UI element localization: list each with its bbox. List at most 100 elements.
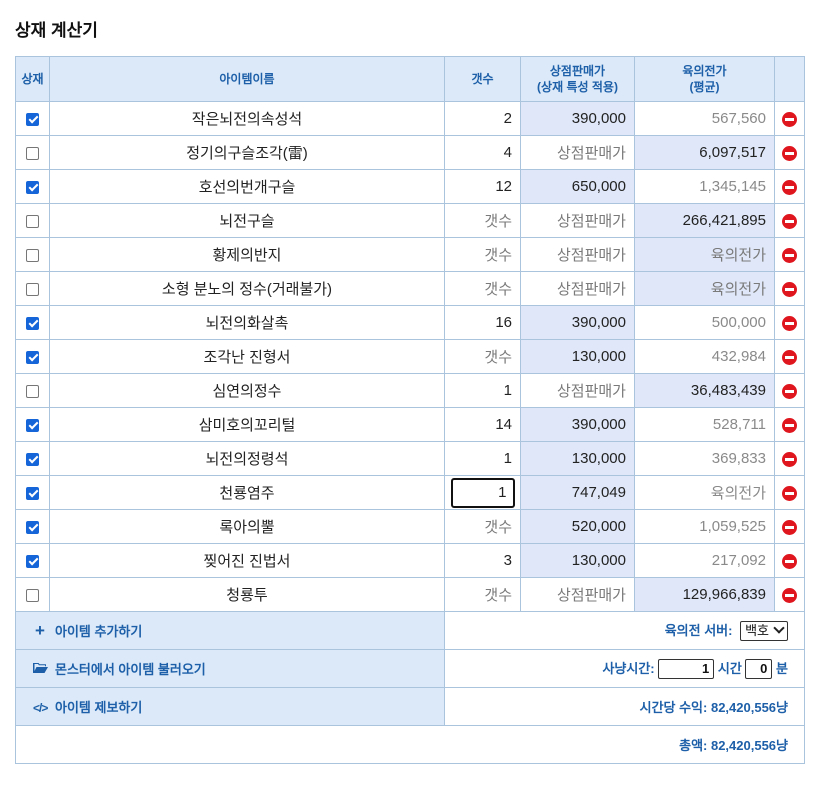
server-select[interactable]: 백호: [740, 621, 788, 642]
include-checkbox[interactable]: [26, 316, 39, 330]
include-checkbox[interactable]: [26, 520, 39, 534]
count-input[interactable]: 갯수: [444, 577, 521, 612]
shop-price-input[interactable]: 390,000: [520, 305, 635, 340]
count-input[interactable]: 14: [444, 407, 521, 442]
shop-price-input[interactable]: 상점판매가: [520, 373, 635, 408]
delete-icon[interactable]: [782, 383, 797, 399]
item-name: 뇌전의정령석: [49, 441, 445, 476]
delete-icon[interactable]: [782, 587, 797, 603]
include-checkbox[interactable]: [26, 588, 39, 602]
shop-price-input[interactable]: 상점판매가: [520, 203, 635, 238]
shop-price-input[interactable]: 390,000: [520, 407, 635, 442]
shop-price-input[interactable]: 130,000: [520, 339, 635, 374]
count-input[interactable]: 1: [450, 477, 515, 508]
delete-cell: [774, 237, 805, 272]
market-price-input[interactable]: 6,097,517: [634, 135, 775, 170]
shop-price-input[interactable]: 상점판매가: [520, 577, 635, 612]
shop-price-input[interactable]: 130,000: [520, 543, 635, 578]
server-select-cell: 육의전 서버: 백호: [444, 611, 805, 650]
include-checkbox-cell: [15, 577, 50, 612]
count-input[interactable]: 4: [444, 135, 521, 170]
hunt-time-label: 사냥시간:: [602, 660, 655, 676]
hunt-hours-input[interactable]: 1: [658, 659, 715, 680]
count-input[interactable]: 3: [444, 543, 521, 578]
item-name: 정기의구슬조각(雷): [49, 135, 445, 170]
table-row: 호선의번개구슬 12 650,000 1,345,145: [15, 169, 805, 204]
market-price-input[interactable]: 육의전가: [634, 237, 775, 272]
market-price-input[interactable]: 1,059,525: [634, 509, 775, 544]
header-market-price-title: 육의전가: [682, 64, 727, 78]
include-checkbox[interactable]: [26, 384, 39, 398]
market-price-input[interactable]: 36,483,439: [634, 373, 775, 408]
market-price-input[interactable]: 217,092: [634, 543, 775, 578]
count-input[interactable]: 갯수: [444, 509, 521, 544]
include-checkbox[interactable]: [26, 180, 39, 194]
shop-price-input[interactable]: 520,000: [520, 509, 635, 544]
include-checkbox[interactable]: [26, 418, 39, 432]
include-checkbox[interactable]: [26, 214, 39, 228]
delete-icon[interactable]: [782, 111, 797, 127]
market-price-input[interactable]: 567,560: [634, 101, 775, 136]
include-checkbox[interactable]: [26, 554, 39, 568]
market-price-input[interactable]: 500,000: [634, 305, 775, 340]
shop-price-input[interactable]: 747,049: [520, 475, 635, 510]
delete-icon[interactable]: [782, 417, 797, 433]
market-price-input[interactable]: 369,833: [634, 441, 775, 476]
include-checkbox[interactable]: [26, 486, 39, 500]
header-delete: [774, 56, 805, 102]
count-input[interactable]: 1: [444, 441, 521, 476]
include-checkbox[interactable]: [26, 452, 39, 466]
market-price-input[interactable]: 266,421,895: [634, 203, 775, 238]
include-checkbox-cell: [15, 169, 50, 204]
delete-icon[interactable]: [782, 213, 797, 229]
table-row: 뇌전의정령석 1 130,000 369,833: [15, 441, 805, 476]
market-price-input[interactable]: 528,711: [634, 407, 775, 442]
include-checkbox[interactable]: [26, 350, 39, 364]
include-checkbox-cell: [15, 305, 50, 340]
shop-price-input[interactable]: 650,000: [520, 169, 635, 204]
shop-price-input[interactable]: 상점판매가: [520, 271, 635, 306]
shop-price-input[interactable]: 130,000: [520, 441, 635, 476]
delete-icon[interactable]: [782, 451, 797, 467]
delete-icon[interactable]: [782, 179, 797, 195]
shop-price-input[interactable]: 상점판매가: [520, 237, 635, 272]
table-row: 작은뇌전의속성석 2 390,000 567,560: [15, 101, 805, 136]
item-rows: 작은뇌전의속성석 2 390,000 567,560 정기의구슬조각(雷) 4 상점판매가 6…: [15, 101, 805, 612]
include-checkbox[interactable]: [26, 248, 39, 262]
delete-icon[interactable]: [782, 485, 797, 501]
delete-icon[interactable]: [782, 519, 797, 535]
market-price-input[interactable]: 432,984: [634, 339, 775, 374]
hunt-minutes-input[interactable]: 0: [745, 659, 773, 680]
count-input[interactable]: 2: [444, 101, 521, 136]
market-price-input[interactable]: 129,966,839: [634, 577, 775, 612]
count-input[interactable]: 갯수: [444, 271, 521, 306]
include-checkbox[interactable]: [26, 282, 39, 296]
count-input[interactable]: 갯수: [444, 237, 521, 272]
count-input[interactable]: 갯수: [444, 339, 521, 374]
shop-price-input[interactable]: 상점판매가: [520, 135, 635, 170]
count-input[interactable]: 16: [444, 305, 521, 340]
count-input[interactable]: 1: [444, 373, 521, 408]
delete-icon[interactable]: [782, 145, 797, 161]
header-count: 갯수: [444, 56, 521, 102]
add-item-button[interactable]: + 아이템 추가하기: [15, 611, 445, 650]
delete-icon[interactable]: [782, 349, 797, 365]
delete-icon[interactable]: [782, 315, 797, 331]
count-input[interactable]: 12: [444, 169, 521, 204]
table-row: 찢어진 진법서 3 130,000 217,092: [15, 543, 805, 578]
delete-icon[interactable]: [782, 281, 797, 297]
count-input[interactable]: 갯수: [444, 203, 521, 238]
table-row: 황제의반지 갯수 상점판매가 육의전가: [15, 237, 805, 272]
item-name: 청룡투: [49, 577, 445, 612]
market-price-input[interactable]: 육의전가: [634, 475, 775, 510]
market-price-input[interactable]: 육의전가: [634, 271, 775, 306]
report-item-button[interactable]: </> 아이템 제보하기: [15, 687, 445, 726]
item-name: 조각난 진형서: [49, 339, 445, 374]
include-checkbox[interactable]: [26, 146, 39, 160]
delete-icon[interactable]: [782, 247, 797, 263]
shop-price-input[interactable]: 390,000: [520, 101, 635, 136]
load-from-monster-button[interactable]: 몬스터에서 아이템 불러오기: [15, 649, 445, 688]
market-price-input[interactable]: 1,345,145: [634, 169, 775, 204]
delete-icon[interactable]: [782, 553, 797, 569]
include-checkbox[interactable]: [26, 112, 39, 126]
